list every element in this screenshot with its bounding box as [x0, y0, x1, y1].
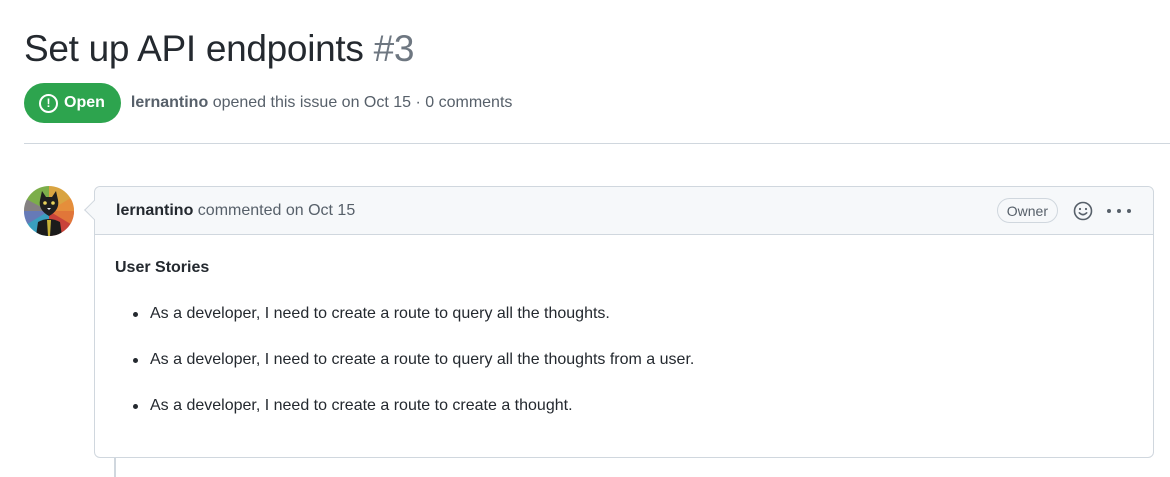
add-reaction-button[interactable] [1072, 200, 1094, 222]
timeline-line [114, 458, 116, 477]
issue-meta-text: lernantino opened this issue on Oct 15 ·… [131, 94, 513, 112]
smiley-icon [1073, 201, 1093, 220]
user-stories-list: As a developer, I need to create a route… [115, 304, 1133, 416]
list-item: As a developer, I need to create a route… [115, 350, 1133, 370]
more-options-button[interactable] [1107, 200, 1131, 222]
issue-title-text: Set up API endpoints [24, 28, 364, 69]
issue-meta-details: opened this issue on Oct 15 · 0 comments [212, 94, 513, 111]
issue-author-link[interactable]: lernantino [131, 94, 208, 111]
comment-box: lernantino commented on Oct 15 Owner Use… [84, 186, 1154, 458]
issue-number: #3 [373, 28, 415, 69]
comment-author-link[interactable]: lernantino [116, 202, 193, 220]
state-label: Open [64, 94, 105, 111]
kebab-dot [1117, 208, 1121, 213]
kebab-dot [1127, 208, 1131, 213]
issue-opened-icon: ! [39, 93, 58, 113]
owner-badge: Owner [996, 198, 1058, 223]
list-item: As a developer, I need to create a route… [115, 396, 1133, 416]
state-badge: ! Open [24, 83, 121, 123]
cat-avatar-icon [24, 186, 74, 236]
comment-timestamp[interactable]: commented on Oct 15 [193, 202, 355, 220]
comment-header: lernantino commented on Oct 15 Owner [95, 187, 1153, 235]
list-item: As a developer, I need to create a route… [115, 304, 1133, 324]
avatar[interactable] [24, 186, 74, 236]
comment-body: User Stories As a developer, I need to c… [95, 258, 1153, 416]
comment-action-text: commented on Oct 15 [197, 201, 356, 219]
kebab-dot [1107, 208, 1111, 213]
header-divider [24, 143, 1170, 144]
issue-meta: ! Open lernantino opened this issue on O… [24, 83, 512, 123]
body-heading: User Stories [115, 259, 210, 276]
issue-title: Set up API endpoints #3 [24, 28, 414, 70]
